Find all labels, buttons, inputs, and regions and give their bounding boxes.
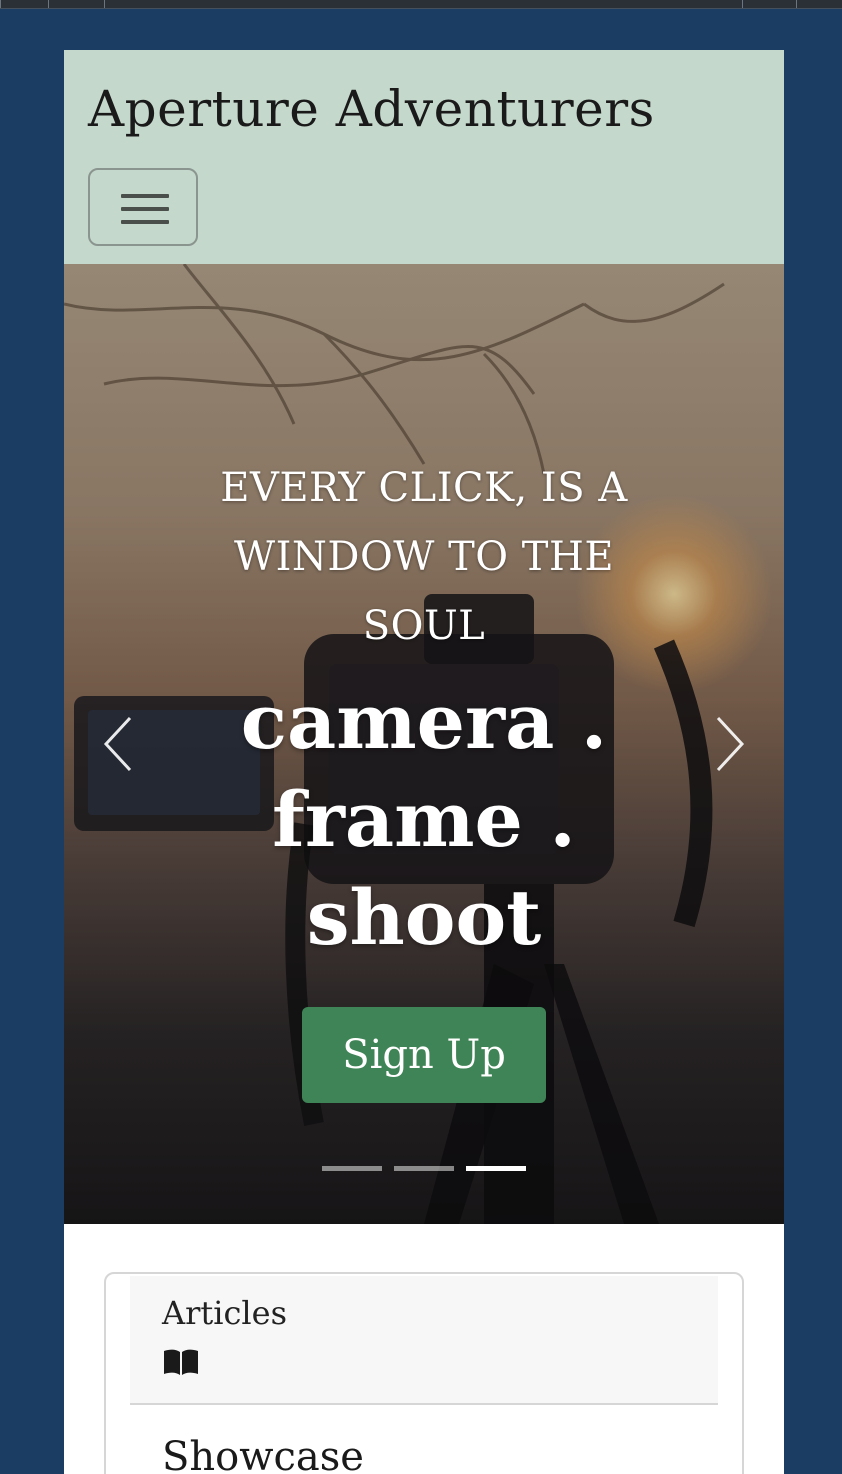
- browser-top-strip: [0, 0, 842, 9]
- hamburger-menu-icon: [121, 194, 169, 198]
- page-container: Aperture Adventurers EVERY CLICK, IS A W…: [64, 50, 784, 1474]
- showcase-heading: Showcase: [162, 1434, 364, 1474]
- navbar-toggle-button[interactable]: [88, 168, 198, 246]
- carousel-next-button[interactable]: [708, 714, 748, 774]
- carousel-indicator-3[interactable]: [466, 1166, 526, 1171]
- brand-title[interactable]: Aperture Adventurers: [88, 80, 655, 138]
- hero-subtitle: EVERY CLICK, IS A WINDOW TO THE SOUL: [220, 465, 628, 649]
- carousel-caption: EVERY CLICK, IS A WINDOW TO THE SOUL cam…: [64, 454, 784, 967]
- list-item-articles[interactable]: Articles: [130, 1276, 718, 1405]
- carousel-indicator-2[interactable]: [394, 1166, 454, 1171]
- navbar: Aperture Adventurers: [64, 50, 784, 264]
- carousel-prev-button[interactable]: [100, 714, 140, 774]
- carousel-indicator-1[interactable]: [322, 1166, 382, 1171]
- features-card: Articles Showcase: [104, 1272, 744, 1474]
- articles-label: Articles: [162, 1294, 288, 1332]
- chevron-left-icon: [103, 716, 132, 772]
- open-book-icon: [164, 1349, 198, 1375]
- hero-carousel: EVERY CLICK, IS A WINDOW TO THE SOUL cam…: [64, 264, 784, 1224]
- hero-headline: camera . frame . shoot: [240, 677, 608, 962]
- sign-up-button[interactable]: Sign Up: [302, 1007, 546, 1103]
- chevron-right-icon: [716, 716, 745, 772]
